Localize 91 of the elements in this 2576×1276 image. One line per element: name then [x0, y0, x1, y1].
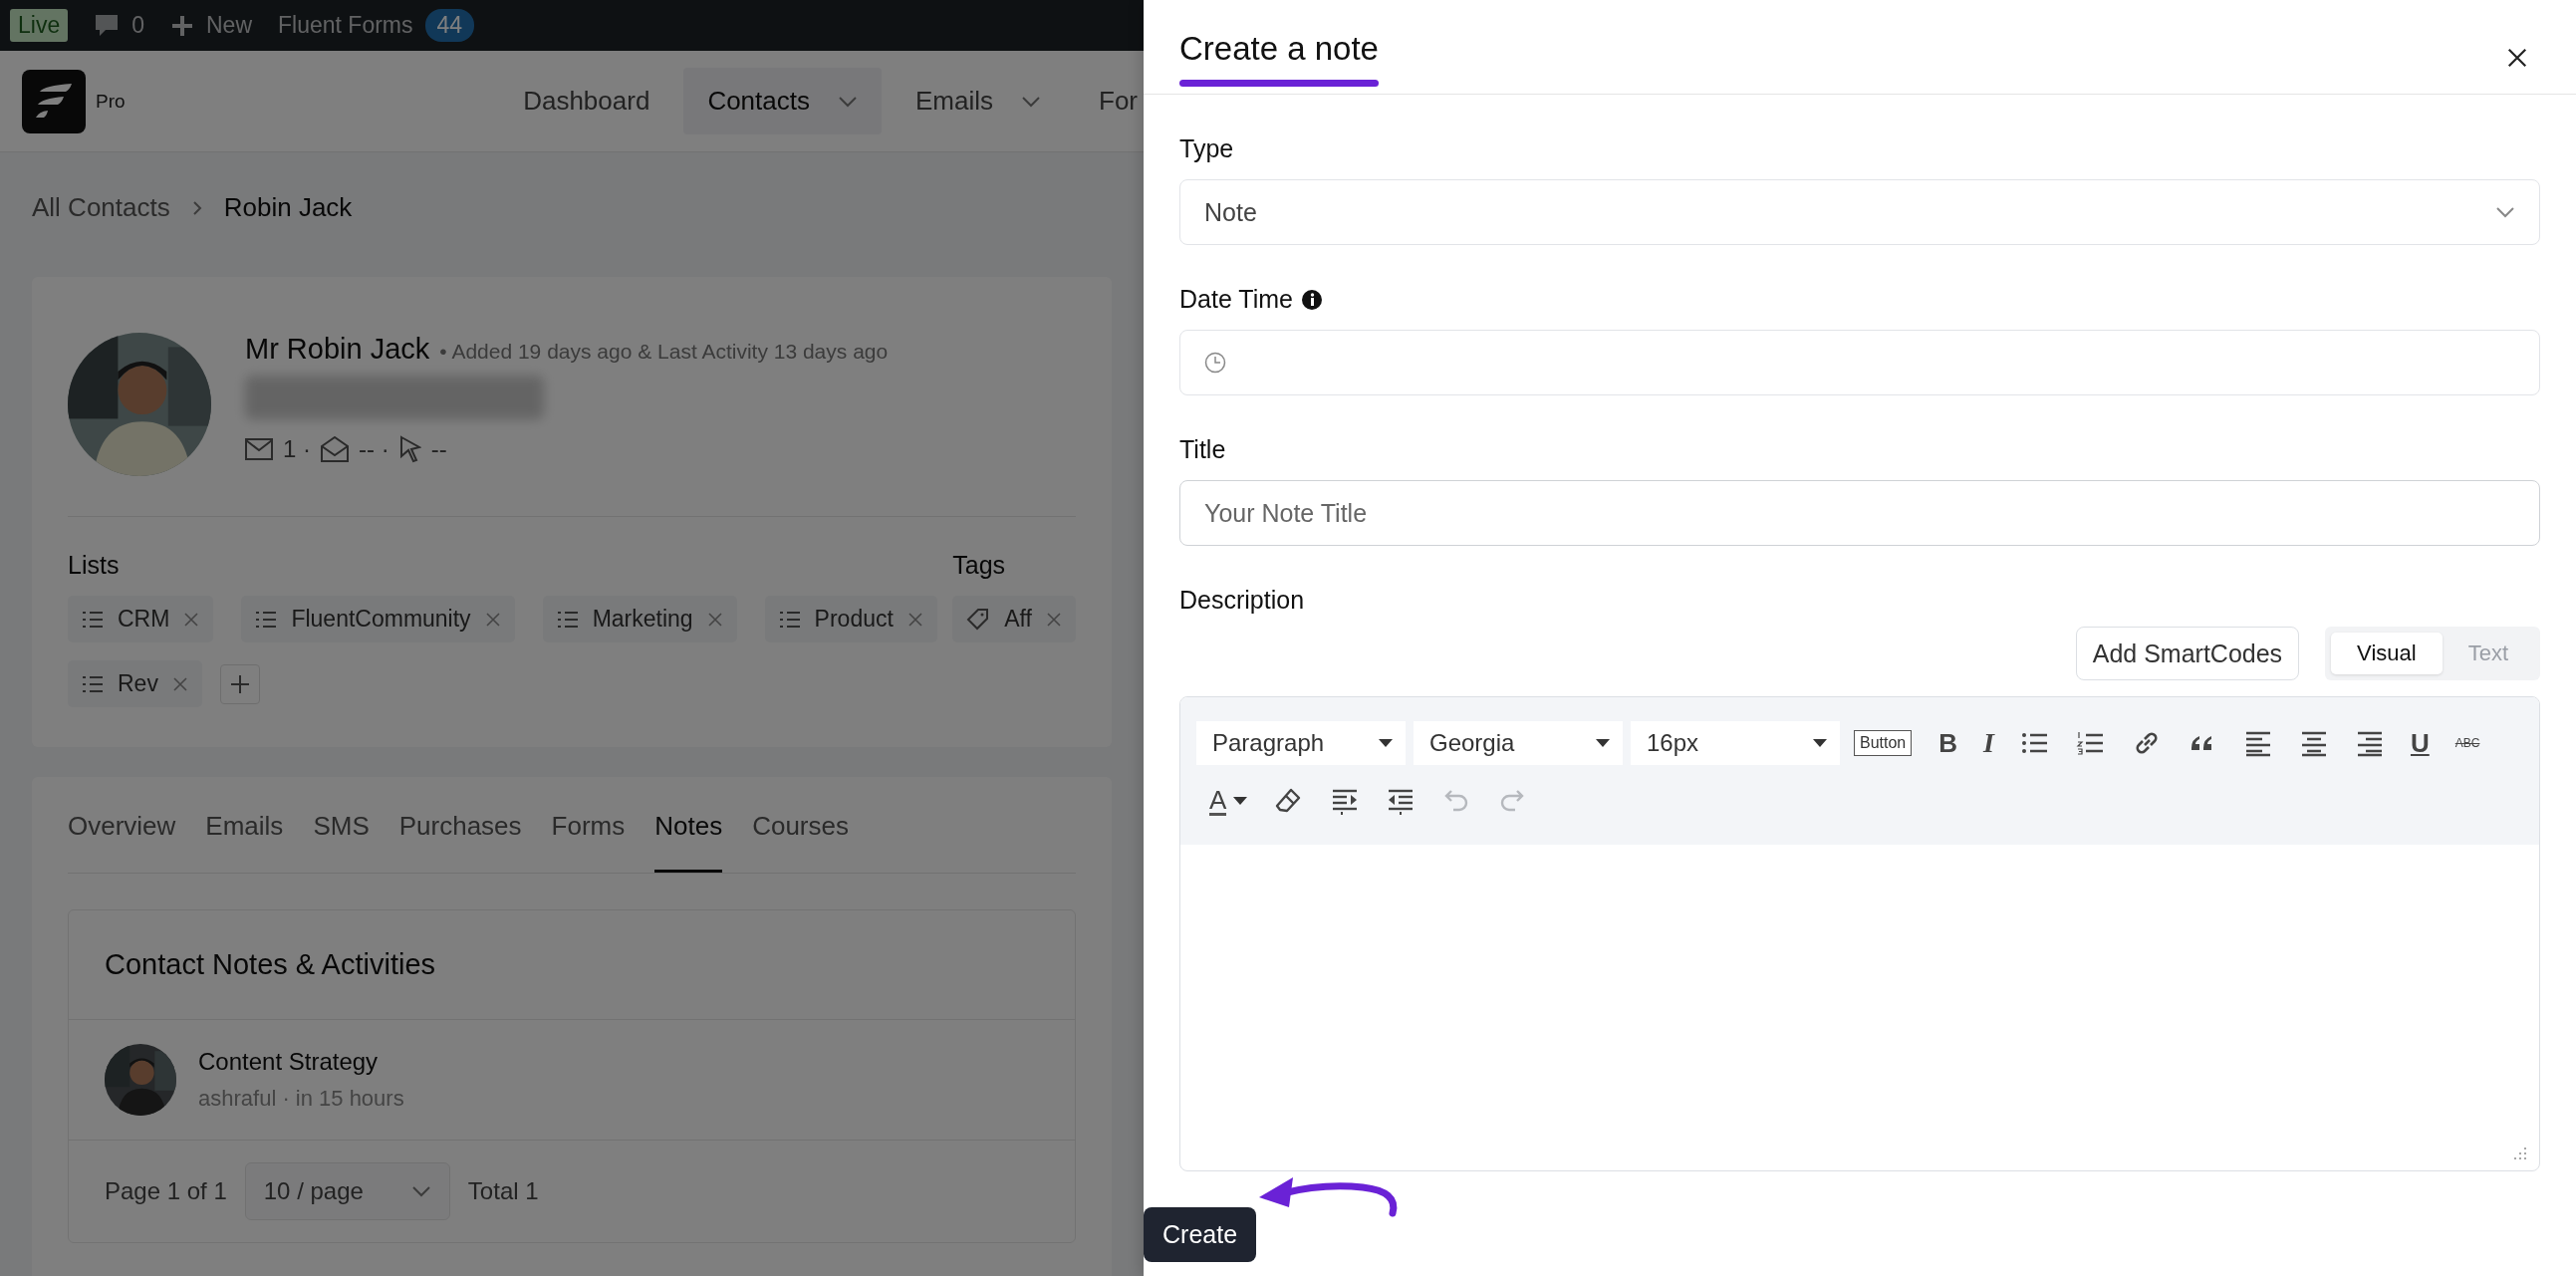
chip-label: Aff [1004, 606, 1032, 633]
text-color-button[interactable]: A [1209, 783, 1249, 819]
list-chip[interactable]: Marketing [542, 596, 737, 642]
chevron-down-icon [410, 1185, 431, 1197]
field-label: Date Time [1179, 285, 1293, 314]
total-count: Total 1 [467, 1177, 539, 1205]
chevron-down-icon [2495, 206, 2515, 218]
chevron-right-icon [191, 199, 202, 216]
list-icon [255, 609, 278, 630]
field-label: Title [1179, 435, 1226, 464]
type-select[interactable]: Note [1179, 179, 2540, 245]
size-select[interactable]: 16px [1631, 721, 1840, 765]
count-badge: 44 [424, 9, 475, 42]
resize-grip-icon[interactable] [2513, 1147, 2527, 1160]
field-label: Description [1179, 586, 1305, 615]
field-label: Type [1179, 134, 1234, 163]
contact-meta: • Added 19 days ago & Last Activity 13 days ago [439, 340, 889, 364]
section-label: Lists [68, 551, 121, 580]
caret-icon [1595, 738, 1611, 748]
caret-icon [1232, 796, 1249, 806]
create-button[interactable]: Create [1144, 1207, 1257, 1262]
tag-chip[interactable]: Aff [952, 596, 1076, 642]
page-info: Page 1 of 1 [105, 1177, 227, 1205]
list-icon [82, 609, 104, 630]
live-badge: Live [10, 9, 69, 42]
caret-icon [1378, 738, 1394, 748]
caret-icon [1812, 738, 1828, 748]
add-button[interactable] [219, 663, 260, 704]
notes-title: Contact Notes & Activities [69, 910, 1075, 1020]
smartcodes-button[interactable]: Add SmartCodes [2075, 627, 2300, 680]
chevron-down-icon [838, 95, 858, 108]
tag-icon [966, 607, 991, 632]
underline-button[interactable]: U [2410, 725, 2430, 761]
tab[interactable]: Emails [205, 777, 284, 873]
cursor-icon [398, 435, 421, 463]
chevron-down-icon [1021, 95, 1041, 108]
list-icon [82, 673, 104, 694]
tab[interactable]: SMS [313, 777, 370, 873]
bold-button[interactable]: B [1938, 725, 1958, 761]
section-label: Tags [952, 551, 1007, 580]
backdrop-overlay[interactable] [0, 0, 1144, 1276]
drawer-title: Create a note [1179, 29, 1379, 69]
chip-label: FluentCommunity [291, 606, 471, 633]
logo-icon[interactable] [22, 69, 86, 133]
contact-name: Mr Robin Jack [245, 333, 430, 366]
list-icon [778, 609, 801, 630]
envelope-icon [245, 438, 273, 460]
note-title[interactable]: Content Strategy [198, 1048, 404, 1076]
note-meta: ashraful · in 15 hours [198, 1086, 404, 1112]
forms-link[interactable]: Fluent Forms [278, 12, 413, 39]
list-chip[interactable]: FluentCommunity [241, 596, 515, 642]
list-chip[interactable]: CRM [68, 596, 214, 642]
breadcrumb-item: Robin Jack [223, 192, 353, 223]
chip-label: Marketing [592, 606, 693, 633]
tab[interactable]: Courses [752, 777, 849, 873]
new-link[interactable]: New [206, 12, 252, 39]
clock-icon [1204, 352, 1226, 374]
font-select[interactable]: Georgia [1414, 721, 1623, 765]
tab[interactable]: Overview [68, 777, 176, 873]
tab[interactable]: Forms [551, 777, 626, 873]
plus-icon [229, 673, 250, 694]
strikethrough-button[interactable]: ABC [2454, 725, 2480, 761]
date-time-field[interactable] [1179, 330, 2540, 395]
format-select[interactable]: Paragraph [1196, 721, 1406, 765]
stat-value: 1 · [283, 435, 312, 463]
nav-item[interactable]: Emails [892, 68, 1065, 134]
tab[interactable]: Notes [654, 777, 723, 873]
mode-tab[interactable]: Text [2442, 633, 2534, 674]
italic-button[interactable]: I [1983, 725, 1994, 761]
stat-value: -- · [359, 435, 389, 463]
plus-icon [170, 13, 194, 38]
nav-item[interactable]: Contacts [683, 68, 882, 134]
insert-button[interactable]: Button [1854, 730, 1913, 756]
comment-count: 0 [131, 12, 144, 39]
chip-label: CRM [118, 606, 170, 633]
mode-tab[interactable]: Visual [2331, 633, 2443, 674]
list-chip[interactable]: Rev [68, 660, 202, 707]
open-envelope-icon [321, 436, 350, 462]
plan-label: Pro [96, 90, 126, 113]
breadcrumb-item[interactable]: All Contacts [32, 192, 170, 223]
chip-label: Rev [118, 670, 158, 697]
list-icon [556, 609, 579, 630]
nav-item[interactable]: For [1075, 68, 1144, 134]
list-chip[interactable]: Product [764, 596, 937, 642]
page-size-select[interactable]: 10 / page [244, 1162, 450, 1220]
title-input[interactable]: Your Note Title [1179, 480, 2540, 546]
stat-value: -- [430, 435, 447, 463]
comment-icon[interactable] [94, 12, 121, 39]
nav-item[interactable]: Dashboard [499, 68, 674, 134]
tab[interactable]: Purchases [398, 777, 522, 873]
chip-label: Product [814, 606, 894, 633]
